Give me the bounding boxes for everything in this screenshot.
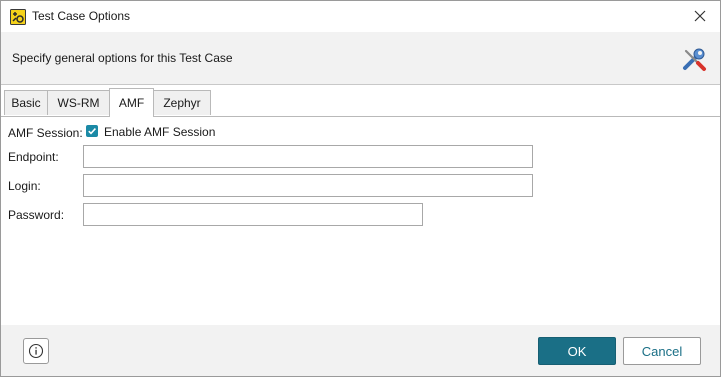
amf-session-label: AMF Session:: [8, 126, 83, 140]
password-input[interactable]: [83, 203, 423, 226]
dialog-header: Specify general options for this Test Ca…: [1, 32, 720, 85]
close-icon: [694, 10, 706, 22]
endpoint-label: Endpoint:: [8, 150, 59, 164]
dialog-footer: OK Cancel: [1, 325, 720, 376]
info-icon: [28, 343, 44, 359]
endpoint-input[interactable]: [83, 145, 533, 168]
password-label: Password:: [8, 208, 65, 222]
login-label: Login:: [8, 179, 41, 193]
amf-panel: AMF Session: Enable AMF Session Endpoint…: [1, 116, 720, 326]
tab-strip: Basic WS-RM AMF Zephyr: [1, 85, 720, 117]
info-button[interactable]: [23, 338, 49, 364]
header-description: Specify general options for this Test Ca…: [12, 51, 233, 65]
enable-amf-session-checkbox[interactable]: [86, 125, 98, 137]
window-title: Test Case Options: [32, 9, 131, 23]
cancel-button[interactable]: Cancel: [623, 337, 701, 365]
tab-ws-rm[interactable]: WS-RM: [47, 90, 110, 115]
checkmark-icon: [88, 128, 96, 135]
tab-basic[interactable]: Basic: [4, 90, 48, 115]
login-input[interactable]: [83, 174, 533, 197]
close-button[interactable]: [688, 5, 712, 27]
tab-amf[interactable]: AMF: [109, 88, 154, 117]
tools-icon: [679, 44, 709, 74]
ok-button[interactable]: OK: [538, 337, 616, 365]
soapui-app-icon: [10, 9, 26, 25]
dialog-window: Test Case Options Specify general option…: [0, 0, 721, 377]
tab-zephyr[interactable]: Zephyr: [153, 90, 211, 115]
enable-amf-session-label[interactable]: Enable AMF Session: [104, 125, 215, 139]
title-bar: Test Case Options: [1, 1, 720, 32]
